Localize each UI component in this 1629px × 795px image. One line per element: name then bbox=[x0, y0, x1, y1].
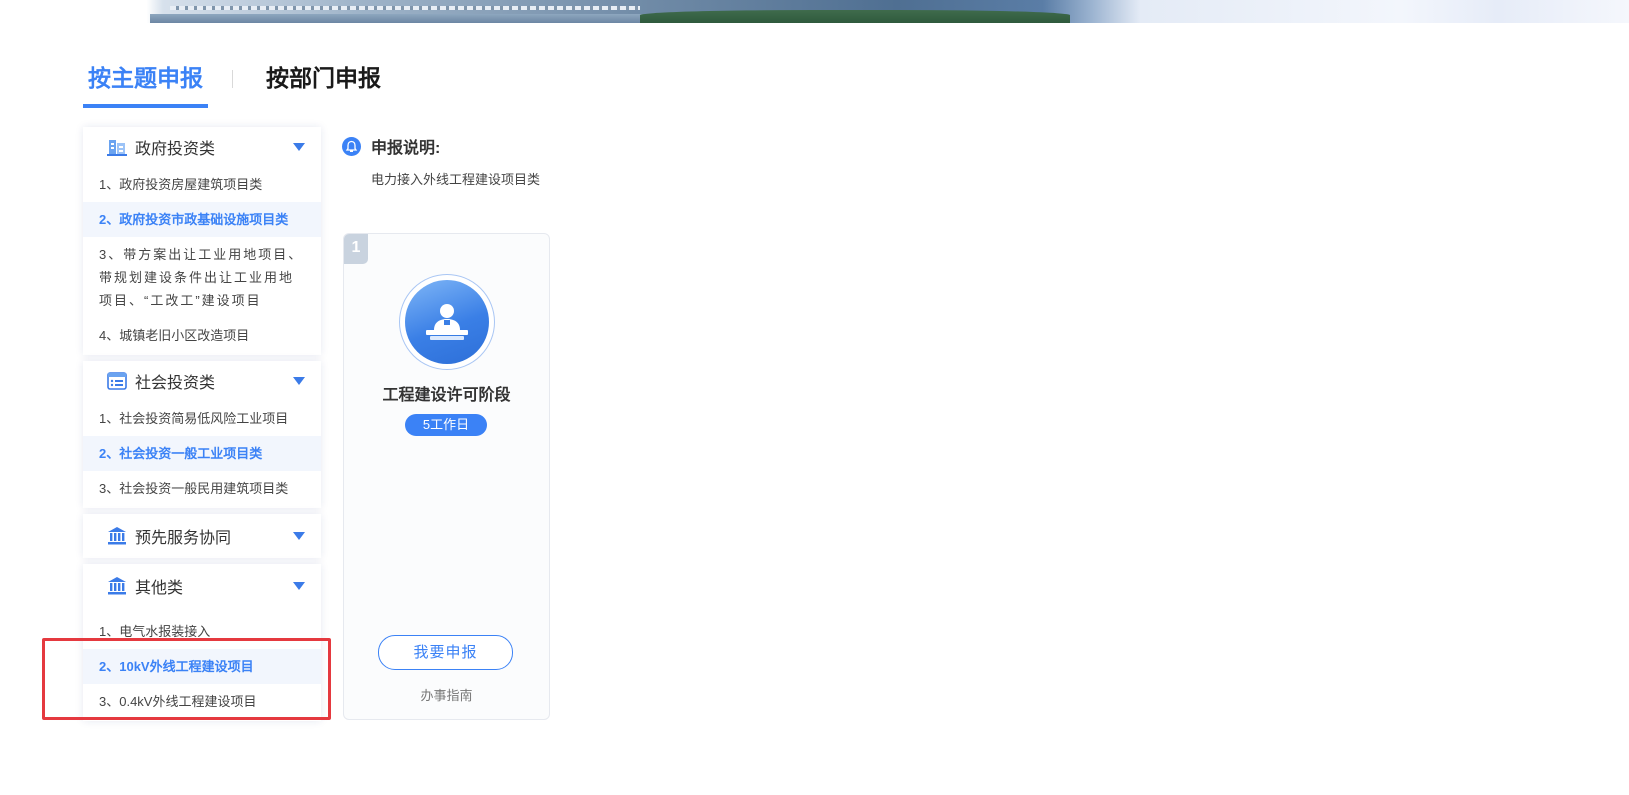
chevron-down-icon[interactable] bbox=[293, 143, 305, 151]
stage-card: 1 工程建设许可阶段 5工作日 我要申报 办事指南 bbox=[343, 233, 550, 720]
list-item[interactable]: 1、社会投资简易低风险工业项目 bbox=[83, 401, 321, 436]
bank-icon bbox=[107, 526, 127, 546]
list-item[interactable]: 3、社会投资一般民用建筑项目类 bbox=[83, 471, 321, 506]
list-item[interactable]: 4、城镇老旧小区改造项目 bbox=[83, 318, 321, 353]
chevron-down-icon[interactable] bbox=[293, 532, 305, 540]
list-item[interactable]: 3、0.4kV外线工程建设项目 bbox=[83, 684, 321, 719]
group-header-advance-service[interactable]: 预先服务协同 bbox=[83, 514, 321, 558]
group-other: 其他类 1、电气水报装接入 2、10kV外线工程建设项目 3、0.4kV外线工程… bbox=[83, 564, 321, 721]
list-item-active[interactable]: 2、政府投资市政基础设施项目类 bbox=[83, 202, 321, 237]
group-items: 1、政府投资房屋建筑项目类 2、政府投资市政基础设施项目类 3、带方案出让工业用… bbox=[83, 167, 321, 355]
group-government-investment: 政府投资类 1、政府投资房屋建筑项目类 2、政府投资市政基础设施项目类 3、带方… bbox=[83, 127, 321, 355]
banner-water bbox=[150, 14, 650, 23]
list-item-active[interactable]: 2、10kV外线工程建设项目 bbox=[83, 649, 321, 684]
building-icon bbox=[107, 137, 127, 157]
group-title: 政府投资类 bbox=[135, 141, 216, 158]
description-title: 申报说明: bbox=[371, 140, 441, 157]
description-text: 电力接入外线工程建设项目类 bbox=[371, 172, 541, 187]
tab-by-department[interactable]: 按部门申报 bbox=[266, 58, 381, 104]
stage-avatar bbox=[399, 274, 495, 370]
bank-icon bbox=[107, 576, 127, 596]
official-at-desk-icon bbox=[405, 280, 489, 364]
stage-title: 工程建设许可阶段 bbox=[382, 387, 511, 404]
top-banner-image bbox=[0, 0, 1629, 23]
group-social-investment: 社会投资类 1、社会投资简易低风险工业项目 2、社会投资一般工业项目类 3、社会… bbox=[83, 361, 321, 508]
bell-icon bbox=[342, 136, 361, 156]
list-item[interactable]: 1、政府投资房屋建筑项目类 bbox=[83, 167, 321, 202]
chevron-down-icon[interactable] bbox=[293, 377, 305, 385]
description-header: 申报说明: bbox=[342, 134, 440, 158]
list-item[interactable]: 3、带方案出让工业用地项目、带规划建设条件出让工业用地项目、“工改工”建设项目 bbox=[83, 237, 321, 318]
group-advance-service: 预先服务协同 bbox=[83, 514, 321, 558]
duration-badge: 5工作日 bbox=[405, 414, 487, 436]
list-icon bbox=[107, 371, 127, 391]
chevron-down-icon[interactable] bbox=[293, 582, 305, 590]
apply-button[interactable]: 我要申报 bbox=[378, 635, 513, 670]
service-guide-link[interactable]: 办事指南 bbox=[344, 685, 549, 704]
tab-divider bbox=[232, 70, 233, 88]
banner-bridge bbox=[170, 6, 640, 10]
group-title: 其他类 bbox=[135, 580, 184, 597]
list-item[interactable]: 1、电气水报装接入 bbox=[83, 614, 321, 649]
banner-trees bbox=[640, 10, 1070, 23]
group-header-government-investment[interactable]: 政府投资类 bbox=[83, 127, 321, 167]
group-title: 预先服务协同 bbox=[135, 530, 232, 547]
tab-by-theme[interactable]: 按主题申报 bbox=[83, 58, 208, 108]
list-item-active[interactable]: 2、社会投资一般工业项目类 bbox=[83, 436, 321, 471]
category-sidebar: 政府投资类 1、政府投资房屋建筑项目类 2、政府投资市政基础设施项目类 3、带方… bbox=[83, 127, 321, 727]
group-items: 1、社会投资简易低风险工业项目 2、社会投资一般工业项目类 3、社会投资一般民用… bbox=[83, 401, 321, 508]
group-header-other[interactable]: 其他类 bbox=[83, 564, 321, 608]
stage-number-badge: 1 bbox=[344, 234, 368, 264]
group-header-social-investment[interactable]: 社会投资类 bbox=[83, 361, 321, 401]
group-items: 1、电气水报装接入 2、10kV外线工程建设项目 3、0.4kV外线工程建设项目 bbox=[83, 608, 321, 721]
group-title: 社会投资类 bbox=[135, 375, 216, 392]
